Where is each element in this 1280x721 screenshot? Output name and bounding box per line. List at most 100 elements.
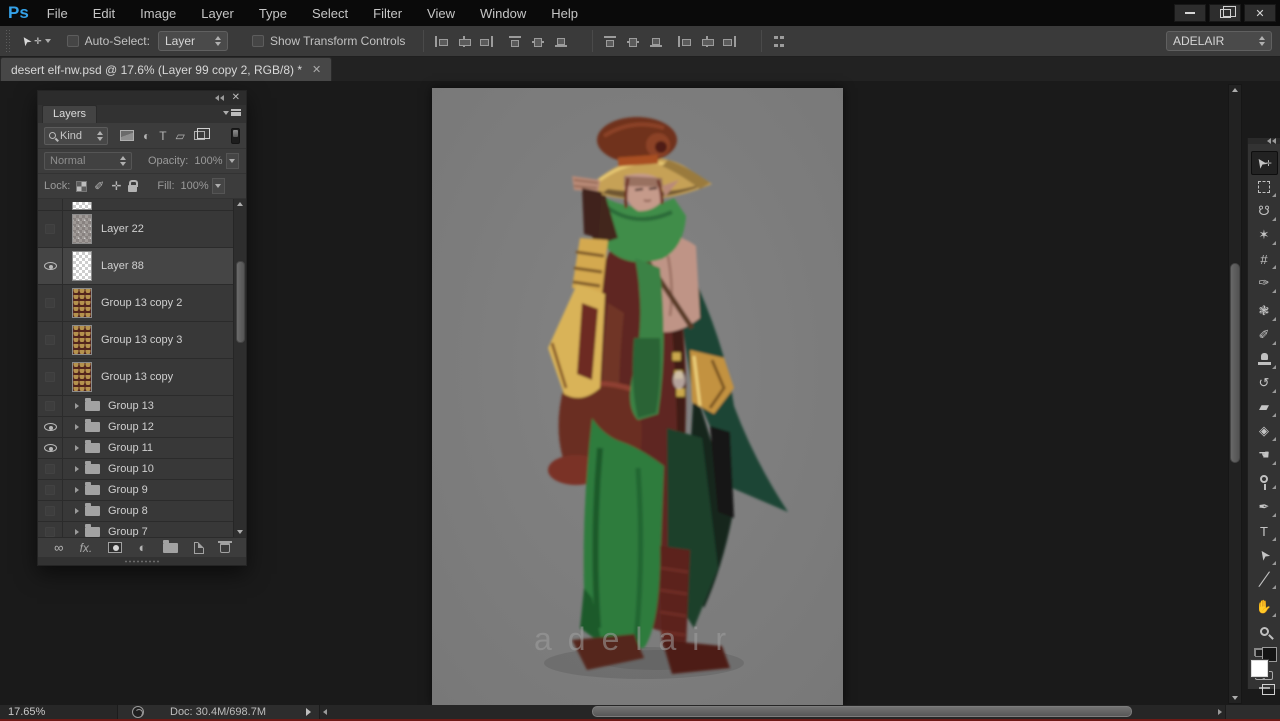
group-row[interactable]: Group 10 <box>38 459 233 480</box>
menu-edit[interactable]: Edit <box>93 6 115 21</box>
scroll-down-icon[interactable] <box>1232 696 1238 700</box>
visibility-toggle[interactable] <box>38 438 63 458</box>
scroll-left-icon[interactable] <box>323 709 327 715</box>
menu-file[interactable]: File <box>47 6 68 21</box>
fill-dropdown-button[interactable] <box>212 178 225 194</box>
visibility-toggle[interactable] <box>38 199 63 210</box>
group-row[interactable]: Group 12 <box>38 417 233 438</box>
scroll-right-icon[interactable] <box>1218 709 1222 715</box>
visibility-toggle[interactable] <box>38 480 63 500</box>
pen-tool[interactable]: ✒ <box>1251 495 1278 519</box>
delete-layer-icon[interactable] <box>220 543 230 553</box>
new-adjustment-layer-icon[interactable]: ◐ <box>139 541 147 554</box>
hand-tool[interactable]: ✋ <box>1251 595 1278 619</box>
disclosure-triangle-icon[interactable] <box>75 508 79 514</box>
lock-position-icon[interactable]: ✛ <box>111 180 121 192</box>
close-button[interactable]: ✕ <box>1244 4 1276 22</box>
layer-row[interactable]: Group 13 copy 3 <box>38 322 233 359</box>
path-selection-tool[interactable]: ➤ <box>1251 543 1278 567</box>
visibility-toggle[interactable] <box>38 522 63 537</box>
current-tool-preview[interactable]: ➤ ✛ <box>21 34 51 48</box>
disclosure-triangle-icon[interactable] <box>75 424 79 430</box>
layer-thumbnail[interactable] <box>72 214 92 244</box>
visibility-toggle[interactable] <box>38 396 63 416</box>
align-right-edges-icon[interactable] <box>480 35 494 48</box>
fill-control[interactable]: 100% <box>181 178 225 194</box>
visibility-toggle[interactable] <box>38 211 63 247</box>
tab-close-icon[interactable]: ✕ <box>312 63 321 76</box>
auto-align-layers-icon[interactable] <box>772 35 786 48</box>
blend-mode-dropdown[interactable]: Normal <box>44 152 132 170</box>
magic-wand-tool[interactable]: ✶ <box>1251 223 1278 247</box>
disclosure-triangle-icon[interactable] <box>75 445 79 451</box>
menu-view[interactable]: View <box>427 6 455 21</box>
auto-select-checkbox[interactable] <box>67 35 79 47</box>
align-left-edges-icon[interactable] <box>434 35 448 48</box>
distribute-vertical-centers-icon[interactable] <box>626 35 640 48</box>
layer-row[interactable]: Group 13 copy <box>38 359 233 396</box>
layer-thumbnail[interactable] <box>72 325 92 355</box>
horizontal-scrollbar-thumb[interactable] <box>592 706 1132 717</box>
zoom-level-field[interactable]: 17.65% <box>0 705 118 719</box>
distribute-bottom-edges-icon[interactable] <box>649 35 663 48</box>
layer-thumbnail[interactable] <box>72 202 92 210</box>
show-transform-checkbox[interactable] <box>252 35 264 47</box>
layers-tab[interactable]: Layers <box>42 105 97 123</box>
menu-filter[interactable]: Filter <box>373 6 402 21</box>
distribute-horizontal-centers-icon[interactable] <box>700 35 714 48</box>
filter-toggle-switch[interactable] <box>231 128 240 144</box>
scroll-down-icon[interactable] <box>237 530 243 534</box>
rectangular-marquee-tool[interactable] <box>1251 175 1278 199</box>
menu-layer[interactable]: Layer <box>201 6 234 21</box>
filter-kind-dropdown[interactable]: Kind <box>44 127 108 145</box>
brush-tool[interactable]: ✐ <box>1251 323 1278 347</box>
vertical-scrollbar[interactable] <box>1228 84 1242 704</box>
menu-select[interactable]: Select <box>312 6 348 21</box>
visibility-toggle[interactable] <box>38 359 63 395</box>
minimize-button[interactable] <box>1174 4 1206 22</box>
menu-window[interactable]: Window <box>480 6 526 21</box>
layers-scrollbar[interactable] <box>233 199 246 537</box>
new-group-icon[interactable] <box>163 543 178 553</box>
menu-type[interactable]: Type <box>259 6 287 21</box>
layers-scrollbar-thumb[interactable] <box>236 261 245 343</box>
disclosure-triangle-icon[interactable] <box>75 466 79 472</box>
opacity-dropdown-button[interactable] <box>226 153 239 169</box>
layer-row[interactable]: Layer 88 <box>38 248 233 285</box>
canvas[interactable]: adelair <box>432 88 843 705</box>
panel-resize-grip[interactable] <box>38 557 246 565</box>
eyedropper-tool[interactable]: ✑ <box>1251 271 1278 295</box>
collapse-panel-icon[interactable] <box>215 95 224 101</box>
lock-transparency-icon[interactable] <box>76 181 87 192</box>
disclosure-triangle-icon[interactable] <box>75 403 79 409</box>
dodge-tool[interactable] <box>1251 467 1278 491</box>
tools-collapse-bar[interactable] <box>1248 138 1280 144</box>
group-row[interactable]: Group 13 <box>38 396 233 417</box>
foreground-color-swatch[interactable] <box>1251 660 1268 677</box>
scroll-up-icon[interactable] <box>237 202 243 206</box>
zoom-tool[interactable] <box>1251 619 1278 643</box>
align-bottom-edges-icon[interactable] <box>554 35 568 48</box>
new-layer-icon[interactable] <box>194 542 204 554</box>
layer-row[interactable]: Layer 22 <box>38 211 233 248</box>
healing-brush-tool[interactable]: ❃ <box>1251 299 1278 323</box>
horizontal-scrollbar[interactable] <box>319 705 1225 719</box>
shape-layer-filter-icon[interactable]: ▱ <box>176 130 185 142</box>
options-grip[interactable] <box>5 29 11 53</box>
history-brush-tool[interactable]: ↺ <box>1251 371 1278 395</box>
type-tool[interactable]: T <box>1251 519 1278 543</box>
lock-all-icon[interactable] <box>128 185 137 192</box>
menu-image[interactable]: Image <box>140 6 176 21</box>
smart-object-filter-icon[interactable] <box>194 131 205 140</box>
adjustment-layer-filter-icon[interactable]: ◐ <box>143 130 150 142</box>
distribute-top-edges-icon[interactable] <box>603 35 617 48</box>
disclosure-triangle-icon[interactable] <box>75 487 79 493</box>
auto-select-target-dropdown[interactable]: Layer <box>158 31 228 51</box>
crop-tool[interactable]: # <box>1251 247 1278 271</box>
add-layer-mask-icon[interactable] <box>108 542 122 553</box>
menu-help[interactable]: Help <box>551 6 578 21</box>
lock-paint-icon[interactable]: ✐ <box>94 180 104 192</box>
lasso-tool[interactable]: ☋ <box>1251 199 1278 223</box>
visibility-toggle[interactable] <box>38 322 63 358</box>
layer-thumbnail[interactable] <box>72 288 92 318</box>
